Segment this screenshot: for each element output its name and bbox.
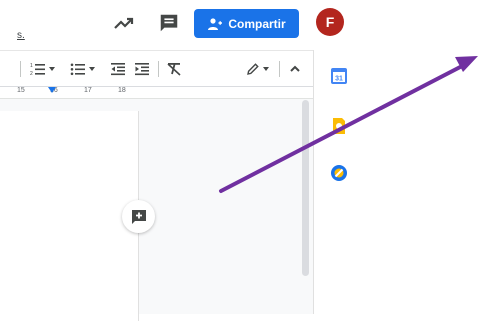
decrease-indent-icon xyxy=(111,63,125,76)
ruler[interactable]: 15 16 17 18 xyxy=(0,87,313,99)
svg-text:2: 2 xyxy=(30,71,33,77)
menu-fragment[interactable]: s. xyxy=(17,30,25,41)
pencil-icon xyxy=(247,63,259,75)
svg-text:1: 1 xyxy=(30,63,33,69)
increase-indent-button[interactable] xyxy=(134,60,150,78)
ruler-tick: 18 xyxy=(118,87,126,94)
top-bar: s. Compartir F xyxy=(0,0,479,50)
trending-up-icon[interactable] xyxy=(112,11,136,35)
toolbar-separator xyxy=(158,61,159,77)
svg-text:31: 31 xyxy=(335,76,343,83)
keep-icon[interactable] xyxy=(331,118,347,134)
share-button[interactable]: Compartir xyxy=(194,9,299,38)
chevron-up-icon xyxy=(290,65,300,72)
toolbar-separator xyxy=(20,61,21,77)
indent-marker[interactable] xyxy=(48,87,56,93)
chevron-down-icon xyxy=(263,67,269,71)
editing-mode-button[interactable] xyxy=(246,60,270,78)
decrease-indent-button[interactable] xyxy=(110,60,126,78)
add-comment-button[interactable] xyxy=(122,200,155,233)
bulleted-list-button[interactable] xyxy=(70,60,96,78)
ruler-tick: 15 xyxy=(17,87,25,94)
ruler-tick: 17 xyxy=(84,87,92,94)
document-canvas xyxy=(0,99,313,321)
formatting-toolbar: 1 2 xyxy=(0,50,313,87)
chevron-down-icon xyxy=(49,67,55,71)
increase-indent-icon xyxy=(135,63,149,76)
share-label: Compartir xyxy=(228,16,286,31)
clear-formatting-icon xyxy=(167,63,181,76)
add-comment-icon xyxy=(131,209,146,224)
toolbar-separator xyxy=(279,61,280,77)
tasks-icon[interactable] xyxy=(331,165,347,181)
document-page[interactable] xyxy=(0,111,139,321)
chevron-down-icon xyxy=(89,67,95,71)
calendar-icon[interactable]: 31 xyxy=(331,68,347,84)
comment-icon[interactable] xyxy=(158,12,180,34)
vertical-scrollbar[interactable] xyxy=(302,100,309,276)
clear-formatting-button[interactable] xyxy=(166,60,182,78)
numbered-list-icon: 1 2 xyxy=(30,63,45,77)
numbered-list-button[interactable]: 1 2 xyxy=(30,60,56,78)
collapse-toolbar-button[interactable] xyxy=(288,60,302,78)
side-panel: 31 xyxy=(313,50,479,314)
avatar[interactable]: F xyxy=(316,8,344,36)
bulleted-list-icon xyxy=(70,63,85,76)
people-icon xyxy=(208,17,223,30)
